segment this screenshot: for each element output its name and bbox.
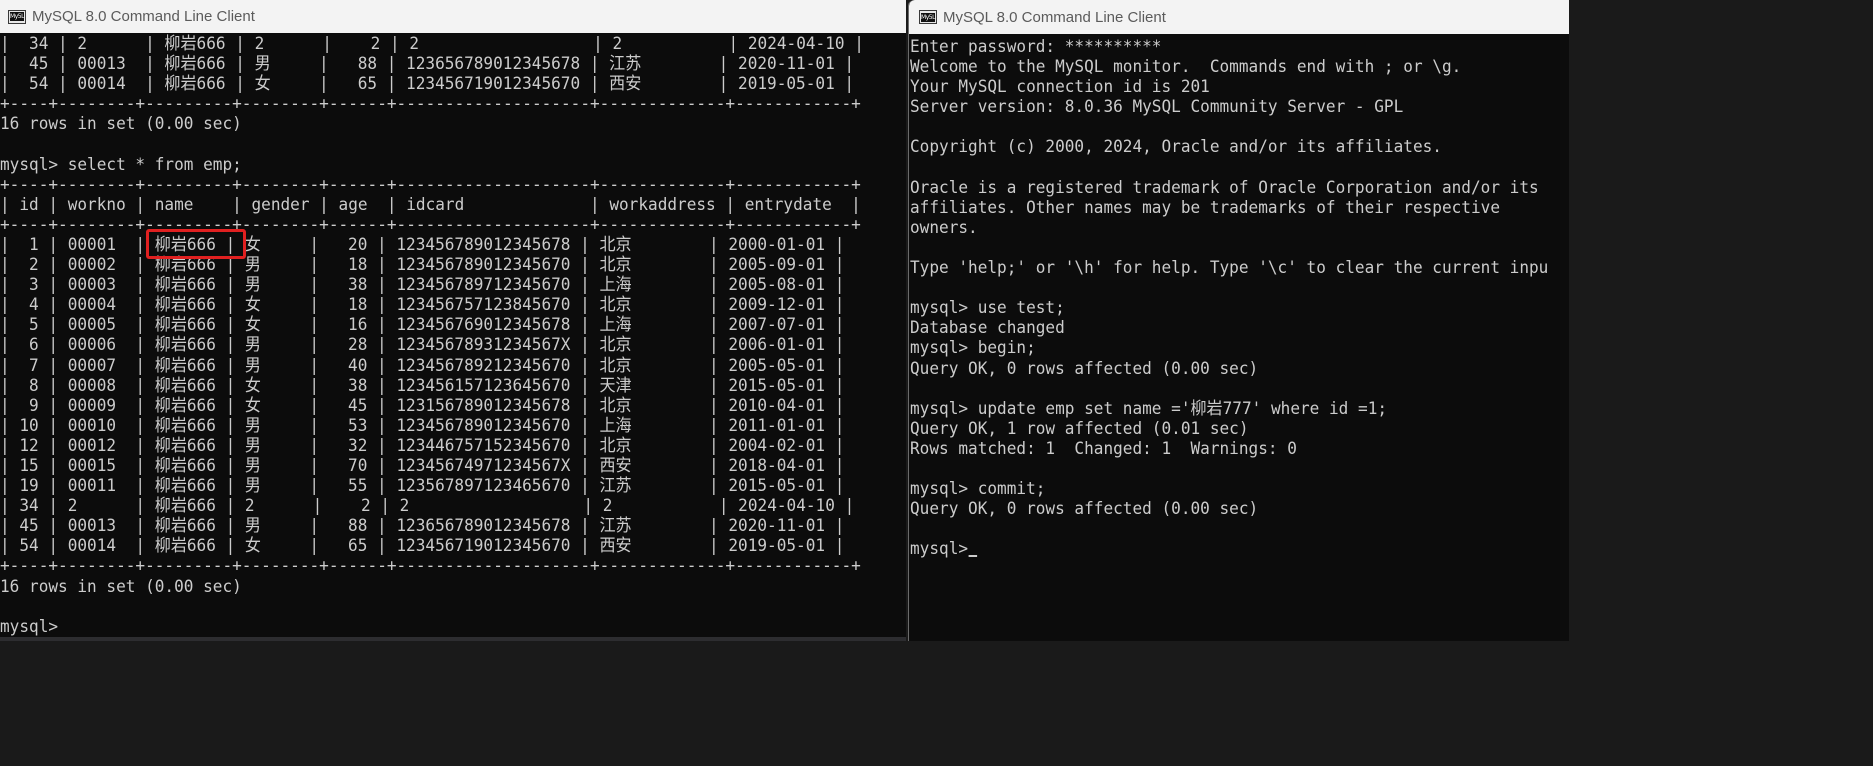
terminal-line: Your MySQL connection id is 201 — [910, 77, 1210, 98]
terminal-line: mysql> select * from emp; — [0, 154, 242, 175]
terminal-line: mysql> begin; — [910, 338, 1036, 359]
terminal-line: Query OK, 0 rows affected (0.00 sec) — [910, 499, 1259, 520]
right-window-title: MySQL 8.0 Command Line Client — [943, 8, 1166, 26]
terminal-line: Server version: 8.0.36 MySQL Community S… — [910, 97, 1404, 118]
terminal-line: Welcome to the MySQL monitor. Commands e… — [910, 57, 1462, 78]
terminal-line: | 4 | 00004 | 柳岩666 | 女 | 18 | 123456757… — [0, 295, 845, 316]
terminal-line: | 9 | 00009 | 柳岩666 | 女 | 45 | 123156789… — [0, 395, 845, 416]
terminal-line: 16 rows in set (0.00 sec) — [0, 114, 242, 135]
terminal-line: Query OK, 0 rows affected (0.00 sec) — [910, 358, 1259, 379]
left-terminal-output[interactable]: | 34 | 2 | 柳岩666 | 2 | 2 | 2 | 2 | 2024-… — [0, 34, 864, 637]
terminal-line: | 45 | 00013 | 柳岩666 | 男 | 88 | 12365678… — [0, 54, 855, 75]
terminal-line: | 12 | 00012 | 柳岩666 | 男 | 32 | 12344675… — [0, 435, 845, 456]
mysql-console-icon-text: My5L — [10, 12, 24, 21]
terminal-line: | 10 | 00010 | 柳岩666 | 男 | 53 | 12345678… — [0, 415, 845, 436]
terminal-line: +----+--------+---------+--------+------… — [0, 214, 861, 235]
terminal-line: +----+--------+---------+--------+------… — [0, 556, 861, 577]
terminal-line: mysql> use test; — [910, 298, 1065, 319]
terminal-line: +----+--------+---------+--------+------… — [0, 94, 861, 115]
terminal-line: mysql> — [910, 539, 1533, 559]
terminal-line: Query OK, 1 row affected (0.01 sec) — [910, 418, 1249, 439]
terminal-line: mysql> update emp set name ='柳岩777' wher… — [910, 398, 1388, 419]
terminal-line: | 7 | 00007 | 柳岩666 | 男 | 40 | 123456789… — [0, 355, 845, 376]
terminal-line: owners. — [910, 217, 978, 238]
mysql-console-icon-text: My5L — [921, 12, 935, 22]
terminal-line: | 2 | 00002 | 柳岩666 | 男 | 18 | 123456789… — [0, 255, 845, 276]
right-terminal-output[interactable]: Enter password: ********** Welcome to the… — [910, 37, 1549, 559]
terminal-line: | 1 | 00001 | 柳岩666 | 女 | 20 | 123456789… — [0, 234, 845, 255]
terminal-line: affiliates. Other names may be trademark… — [910, 197, 1500, 218]
terminal-line: +----+--------+---------+--------+------… — [0, 174, 861, 195]
terminal-line: 16 rows in set (0.00 sec) — [0, 576, 242, 597]
terminal-line: | 8 | 00008 | 柳岩666 | 女 | 38 | 123456157… — [0, 375, 845, 396]
terminal-line: mysql> — [0, 616, 59, 637]
terminal-line: Database changed — [910, 318, 1065, 339]
terminal-line: | 54 | 00014 | 柳岩666 | 女 | 65 | 12345671… — [0, 74, 855, 95]
terminal-line: | 34 | 2 | 柳岩666 | 2 | 2 | 2 | 2 | 2024-… — [0, 34, 864, 54]
mysql-console-icon: My5L — [8, 9, 26, 24]
terminal-line: | 5 | 00005 | 柳岩666 | 女 | 16 | 123456769… — [0, 315, 845, 336]
terminal-line: | id | workno | name | gender | age | id… — [0, 194, 861, 215]
terminal-line: | 19 | 00011 | 柳岩666 | 男 | 55 | 12356789… — [0, 476, 845, 497]
mysql-console-icon: My5L — [919, 10, 937, 24]
terminal-line: | 15 | 00015 | 柳岩666 | 男 | 70 | 12345674… — [0, 455, 845, 476]
terminal-line: | 45 | 00013 | 柳岩666 | 男 | 88 | 12365678… — [0, 516, 845, 537]
left-terminal-window[interactable]: My5L MySQL 8.0 Command Line Client | 34 … — [0, 0, 906, 641]
terminal-line: Rows matched: 1 Changed: 1 Warnings: 0 — [910, 438, 1297, 459]
terminal-line: | 6 | 00006 | 柳岩666 | 男 | 28 | 123456789… — [0, 335, 845, 356]
terminal-line: | 54 | 00014 | 柳岩666 | 女 | 65 | 12345671… — [0, 536, 845, 557]
terminal-line: | 3 | 00003 | 柳岩666 | 男 | 38 | 123456789… — [0, 275, 845, 296]
terminal-line: Copyright (c) 2000, 2024, Oracle and/or … — [910, 137, 1442, 158]
terminal-line: Type 'help;' or '\h' for help. Type '\c'… — [910, 258, 1549, 279]
right-window-titlebar[interactable]: My5L MySQL 8.0 Command Line Client — [909, 0, 1569, 34]
right-terminal-window[interactable]: My5L MySQL 8.0 Command Line Client Enter… — [908, 0, 1569, 641]
terminal-line: | 34 | 2 | 柳岩666 | 2 | 2 | 2 | 2 | 2024-… — [0, 496, 855, 517]
terminal-line: mysql> commit; — [910, 479, 1046, 500]
terminal-line: Oracle is a registered trademark of Orac… — [910, 177, 1539, 198]
terminal-line: Enter password: ********** — [910, 37, 1162, 57]
left-window-title: MySQL 8.0 Command Line Client — [32, 8, 255, 25]
left-window-titlebar[interactable]: My5L MySQL 8.0 Command Line Client — [0, 0, 906, 33]
taskbar-edge — [0, 637, 906, 641]
